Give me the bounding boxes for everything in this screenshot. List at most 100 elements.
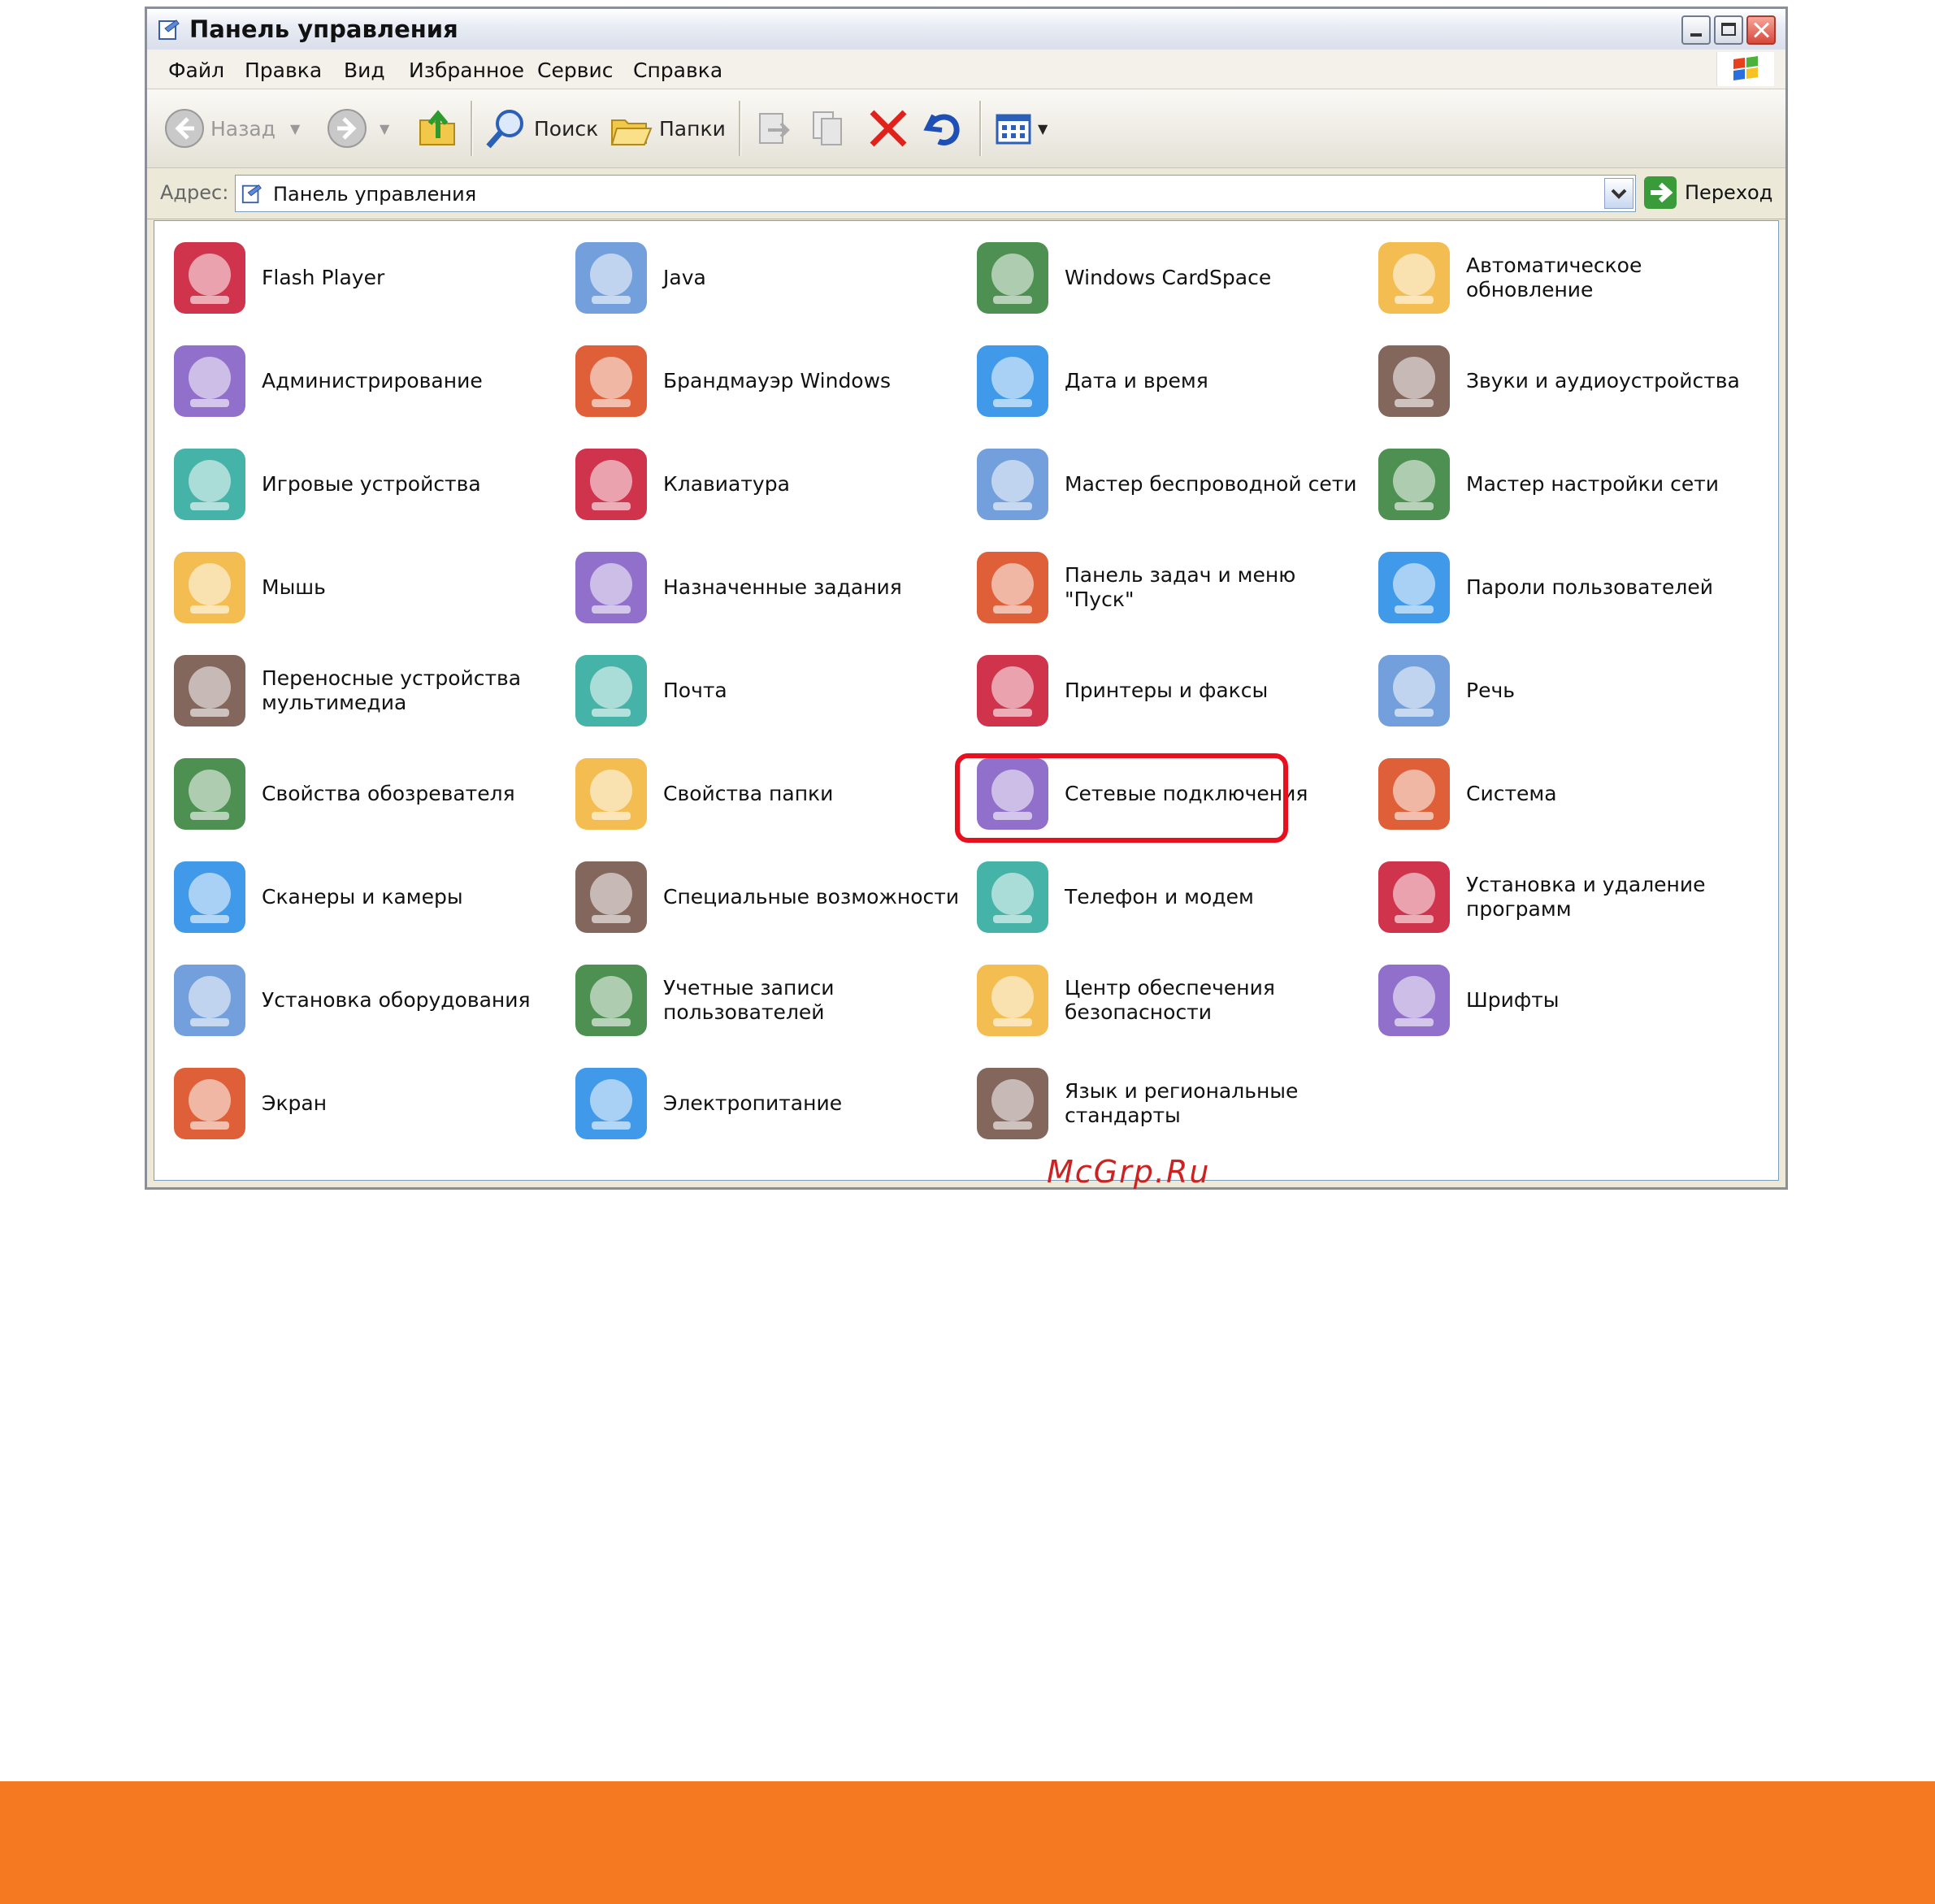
control-panel-icon — [241, 184, 262, 204]
control-panel-item[interactable]: Java — [567, 232, 969, 330]
control-panel-item-label: Речь — [1466, 679, 1515, 702]
control-panel-item[interactable]: Электропитание — [567, 1058, 969, 1156]
go-arrow-icon[interactable] — [1644, 176, 1677, 209]
minimize-button[interactable] — [1681, 15, 1711, 45]
control-panel-item[interactable]: Речь — [1370, 645, 1772, 743]
control-panel-item-label: Язык и региональные стандарты — [1065, 1079, 1299, 1127]
wireless-icon — [977, 449, 1048, 520]
control-panel-item-label: Принтеры и факсы — [1065, 679, 1269, 702]
views-icon — [996, 114, 1031, 145]
control-panel-item[interactable]: Windows CardSpace — [969, 232, 1370, 330]
control-panel-item[interactable]: Игровые устройства — [166, 439, 567, 536]
views-button[interactable]: ▼ — [992, 106, 1048, 151]
close-button[interactable] — [1746, 15, 1776, 45]
copy-to-icon — [813, 111, 842, 145]
control-panel-item[interactable]: Звуки и аудиоустройства — [1370, 336, 1772, 433]
gamepad-icon — [174, 449, 245, 520]
go-button[interactable]: Переход — [1685, 181, 1772, 204]
control-panel-item[interactable]: Экран — [166, 1058, 567, 1156]
move-to-button[interactable] — [750, 106, 796, 151]
back-button[interactable]: Назад ▼ — [163, 106, 300, 151]
control-panel-item-label: Переносные устройства мультимедиа — [262, 666, 522, 714]
control-panel-item[interactable]: Администрирование — [166, 336, 567, 433]
security-center-icon — [977, 965, 1048, 1036]
control-panel-item[interactable]: Система — [1370, 748, 1772, 846]
folder-options-icon — [575, 758, 647, 830]
control-panel-item[interactable]: Установка и удаление программ — [1370, 852, 1772, 949]
menu-help[interactable]: Справка — [633, 59, 722, 82]
system-icon — [1378, 758, 1450, 830]
delete-x-icon — [870, 110, 907, 147]
control-panel-item[interactable]: Дата и время — [969, 336, 1370, 433]
internet-options-icon — [174, 758, 245, 830]
control-panel-item[interactable]: Переносные устройства мультимедиа — [166, 645, 567, 743]
control-panel-icon — [158, 20, 180, 40]
menu-tools[interactable]: Сервис — [537, 59, 613, 82]
home-network-icon — [1378, 449, 1450, 520]
control-panel-window: Панель управления Файл Правка Вид Избран… — [145, 7, 1788, 1190]
control-panel-item[interactable]: Клавиатура — [567, 439, 969, 536]
address-value: Панель управления — [273, 183, 477, 206]
menu-edit[interactable]: Правка — [245, 59, 322, 82]
folder-up-icon — [419, 110, 455, 145]
mouse-icon — [174, 552, 245, 623]
control-panel-item[interactable]: Flash Player — [166, 232, 567, 330]
control-panel-item[interactable]: Почта — [567, 645, 969, 743]
speaker-icon — [1378, 345, 1450, 417]
control-panel-item[interactable]: Телефон и модем — [969, 852, 1370, 949]
control-panel-item[interactable]: Шрифты — [1370, 955, 1772, 1052]
control-panel-item-label: Мастер беспроводной сети — [1065, 472, 1357, 496]
control-panel-item[interactable]: Пароли пользователей — [1370, 542, 1772, 640]
regional-icon — [977, 1068, 1048, 1139]
control-panel-item[interactable]: Панель задач и меню "Пуск" — [969, 542, 1370, 640]
control-panel-item[interactable]: Язык и региональные стандарты — [969, 1058, 1370, 1156]
portable-device-icon — [174, 655, 245, 726]
search-label: Поиск — [534, 116, 599, 141]
control-panel-item-label: Установка оборудования — [262, 988, 531, 1012]
printer-icon — [977, 655, 1048, 726]
control-panel-item-label: Шрифты — [1466, 988, 1560, 1012]
control-panel-item[interactable]: Принтеры и факсы — [969, 645, 1370, 743]
control-panel-item-label: Мастер настройки сети — [1466, 472, 1720, 496]
control-panel-item[interactable]: Центр обеспечения безопасности — [969, 955, 1370, 1052]
address-input[interactable]: Панель управления — [235, 175, 1636, 212]
menu-favorites[interactable]: Избранное — [409, 59, 524, 82]
folders-button[interactable]: Папки — [609, 106, 726, 151]
control-panel-item[interactable]: Назначенные задания — [567, 542, 969, 640]
control-panel-item[interactable]: Учетные записи пользователей — [567, 955, 969, 1052]
back-dropdown-icon[interactable]: ▼ — [290, 121, 300, 137]
control-panel-item-label: Windows CardSpace — [1065, 266, 1272, 289]
back-label: Назад — [210, 116, 276, 141]
undo-button[interactable] — [921, 106, 966, 151]
menu-view[interactable]: Вид — [344, 59, 385, 82]
control-panel-item-label: Назначенные задания — [663, 575, 902, 599]
copy-to-button[interactable] — [807, 106, 853, 151]
control-panel-item[interactable]: Мастер настройки сети — [1370, 439, 1772, 536]
back-arrow-icon — [165, 109, 204, 148]
taskbar-icon — [977, 552, 1048, 623]
control-panel-item[interactable]: Сканеры и камеры — [166, 852, 567, 949]
control-panel-item-label: Дата и время — [1065, 369, 1208, 393]
control-panel-item[interactable]: Специальные возможности — [567, 852, 969, 949]
flash-icon — [174, 242, 245, 314]
control-panel-item[interactable]: Мышь — [166, 542, 567, 640]
scanner-icon — [174, 861, 245, 933]
forward-dropdown-icon[interactable]: ▼ — [380, 121, 389, 137]
forward-button[interactable]: ▼ — [326, 106, 389, 151]
menu-file[interactable]: Файл — [168, 59, 224, 82]
address-dropdown-button[interactable] — [1604, 178, 1633, 209]
control-panel-item[interactable]: Брандмауэр Windows — [567, 336, 969, 433]
delete-button[interactable] — [866, 106, 911, 151]
control-panel-item[interactable]: Свойства обозревателя — [166, 748, 567, 846]
search-button[interactable]: Поиск — [484, 106, 598, 151]
control-panel-item[interactable]: Автоматическое обновление — [1370, 232, 1772, 330]
maximize-button[interactable] — [1714, 15, 1743, 45]
control-panel-item-label: Игровые устройства — [262, 472, 481, 496]
control-panel-item-label: Почта — [663, 679, 727, 702]
control-panel-item[interactable]: Свойства папки — [567, 748, 969, 846]
control-panel-item[interactable]: Установка оборудования — [166, 955, 567, 1052]
views-dropdown-icon[interactable]: ▼ — [1038, 121, 1048, 137]
up-button[interactable] — [415, 106, 461, 151]
control-panel-item-label: Система — [1466, 782, 1557, 805]
control-panel-item[interactable]: Мастер беспроводной сети — [969, 439, 1370, 536]
